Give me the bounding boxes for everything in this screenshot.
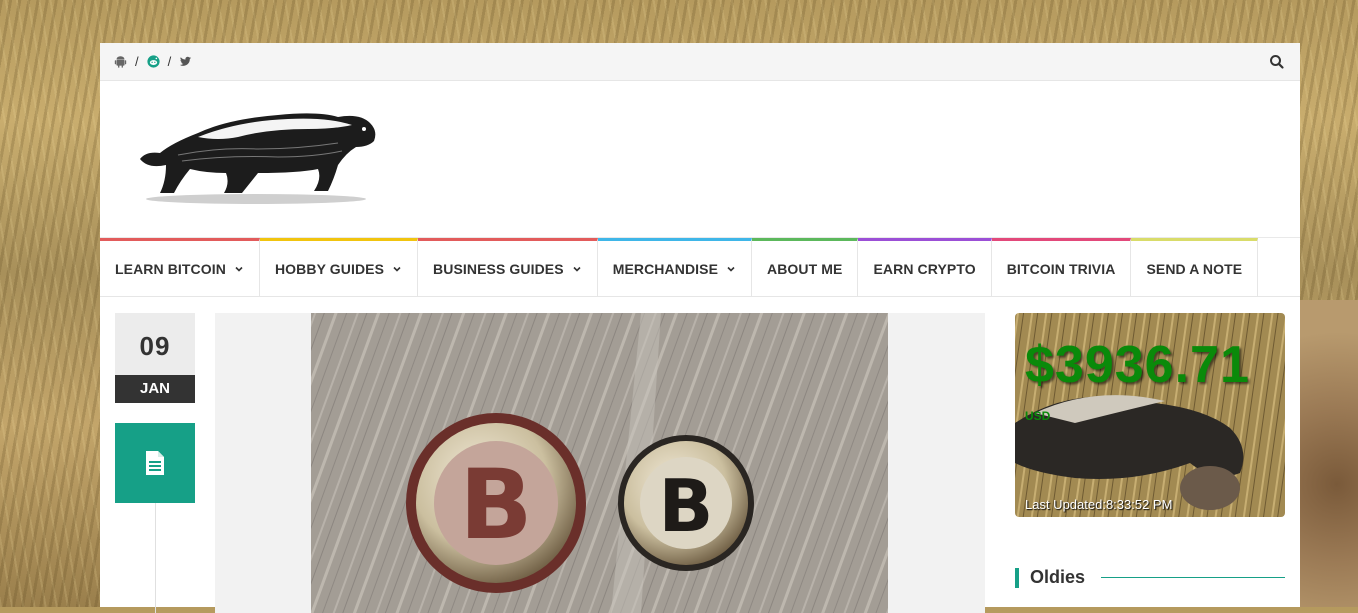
nav-send-a-note[interactable]: SEND A NOTE <box>1131 238 1259 296</box>
sidebar-section-header: Oldies <box>1015 567 1285 588</box>
bitcoin-price-widget[interactable]: $3936.71 USD Last Updated:8:33:52 PM <box>1015 313 1285 517</box>
nav-label: HOBBY GUIDES <box>274 260 385 277</box>
site-header <box>100 81 1300 238</box>
main-nav: LEARN BITCOIN HOBBY GUIDES BUSINESS GUID… <box>100 238 1300 297</box>
search-icon[interactable] <box>1268 53 1286 71</box>
document-icon <box>146 451 164 475</box>
price-last-updated: Last Updated:8:33:52 PM <box>1025 497 1173 512</box>
nav-label: LEARN BITCOIN <box>115 260 226 277</box>
post-format-badge[interactable] <box>115 423 195 503</box>
chevron-down-icon <box>235 266 243 272</box>
social-links: / / <box>114 54 192 69</box>
chevron-down-icon <box>393 266 401 272</box>
timeline-line <box>155 503 156 613</box>
nav-bitcoin-trivia[interactable]: BITCOIN TRIVIA <box>991 238 1132 296</box>
top-bar: / / <box>100 43 1300 81</box>
price-currency: USD <box>1025 409 1051 423</box>
svg-text:B: B <box>459 449 532 561</box>
sidebar-section-title: Oldies <box>1030 567 1086 587</box>
nav-label: BITCOIN TRIVIA <box>1006 260 1116 277</box>
featured-image-area[interactable]: B B <box>215 313 985 613</box>
nav-learn-bitcoin[interactable]: LEARN BITCOIN <box>100 238 260 296</box>
nav-label: SEND A NOTE <box>1146 260 1243 277</box>
nav-business-guides[interactable]: BUSINESS GUIDES <box>418 238 598 296</box>
android-icon[interactable] <box>114 55 127 68</box>
separator: / <box>167 54 172 69</box>
bitcoin-coins-photo[interactable]: B B <box>311 313 888 613</box>
post-date-day: 09 <box>115 313 195 375</box>
section-divider-line <box>1101 577 1285 578</box>
nav-label: ABOUT ME <box>767 260 843 277</box>
svg-text:B: B <box>659 464 714 548</box>
bitcoin-price: $3936.71 <box>1025 336 1250 394</box>
chevron-down-icon <box>573 266 581 272</box>
post-date-month: JAN <box>115 375 195 403</box>
nav-about-me[interactable]: ABOUT ME <box>752 238 859 296</box>
post-date: 09 JAN <box>115 313 195 403</box>
nav-merchandise[interactable]: MERCHANDISE <box>597 238 753 296</box>
section-accent-bar <box>1015 567 1019 588</box>
page-frame: / / LEARN BITCOIN HOBBY GUIDES BUSINESS … <box>100 43 1300 613</box>
nav-label: BUSINESS GUIDES <box>433 260 564 277</box>
nav-label: EARN CRYPTO <box>873 260 976 277</box>
nav-hobby-guides[interactable]: HOBBY GUIDES <box>259 238 419 296</box>
reddit-icon[interactable] <box>147 55 160 68</box>
twitter-icon[interactable] <box>179 55 192 68</box>
separator: / <box>135 54 139 69</box>
honey-badger-logo[interactable] <box>138 107 378 207</box>
chevron-down-icon <box>727 266 735 272</box>
main-content: 09 JAN B B $3936.71 USD Last Updated:8:3… <box>100 297 1300 613</box>
nav-earn-crypto[interactable]: EARN CRYPTO <box>858 238 992 296</box>
nav-label: MERCHANDISE <box>612 260 719 277</box>
